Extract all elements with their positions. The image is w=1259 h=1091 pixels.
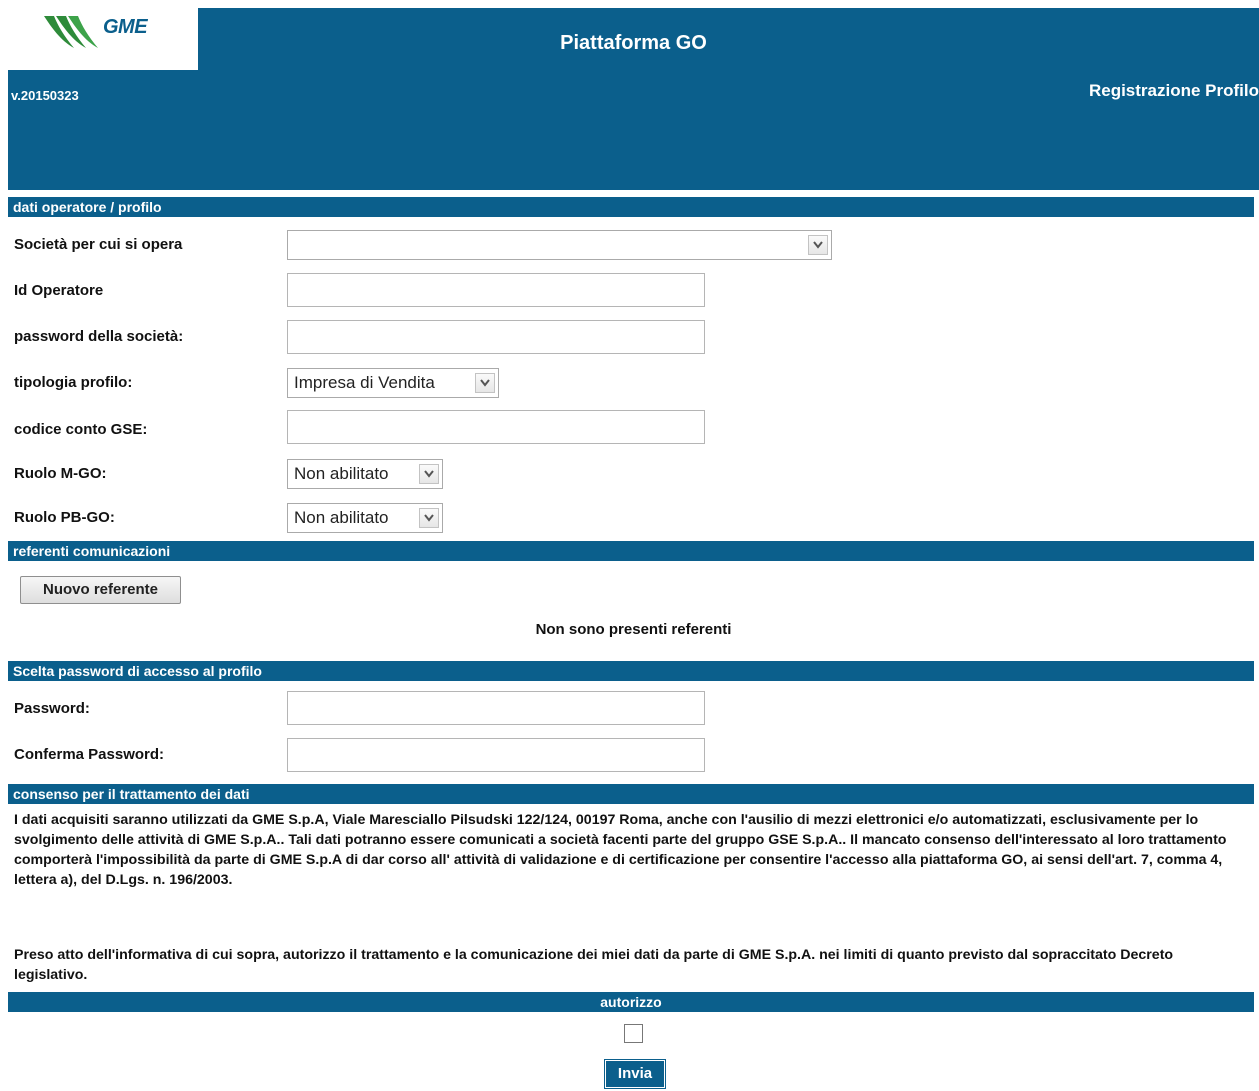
confirm-password-input[interactable] [287, 738, 705, 772]
societa-select[interactable] [287, 230, 832, 260]
app-title: Piattaforma GO [560, 32, 707, 54]
chevron-down-icon[interactable] [808, 235, 828, 255]
password-societa-label: password della società: [14, 328, 184, 345]
nuovo-referente-button[interactable]: Nuovo referente [20, 576, 181, 604]
section-header-operatore: dati operatore / profilo [8, 197, 1254, 217]
password-label: Password: [14, 700, 90, 717]
empty-referenti-message: Non sono presenti referenti [535, 621, 732, 638]
societa-label: Società per cui si opera [14, 236, 183, 253]
submit-button[interactable]: Invia [604, 1059, 666, 1089]
section-header-referenti: referenti comunicazioni [8, 541, 1254, 561]
codice-conto-input[interactable] [287, 410, 705, 444]
id-operatore-input[interactable] [287, 273, 705, 307]
page-title: Registrazione Profilo [1088, 81, 1259, 100]
ruolo-mgo-select-value: Non abilitato [294, 464, 389, 483]
ruolo-mgo-label: Ruolo M-GO: [14, 465, 107, 482]
chevron-down-icon[interactable] [419, 508, 439, 528]
chevron-down-icon[interactable] [475, 373, 495, 393]
tipologia-select-value: Impresa di Vendita [294, 373, 435, 392]
ruolo-pbgo-label: Ruolo PB-GO: [14, 509, 115, 526]
ruolo-mgo-select[interactable]: Non abilitato [287, 459, 443, 489]
password-societa-input[interactable] [287, 320, 705, 354]
version-label: v.20150323 [11, 88, 79, 103]
app-header: GME Piattaforma GO v.20150323 Registrazi… [8, 8, 1259, 190]
tipologia-label: tipologia profilo: [14, 374, 133, 391]
section-header-autorizzo: autorizzo [8, 992, 1254, 1012]
consent-statement-text: Preso atto dell'informativa di cui sopra… [14, 947, 1174, 983]
section-header-password: Scelta password di accesso al profilo [8, 661, 1254, 681]
ruolo-pbgo-select-value: Non abilitato [294, 508, 389, 527]
tipologia-select[interactable]: Impresa di Vendita [287, 368, 499, 398]
ruolo-pbgo-select[interactable]: Non abilitato [287, 503, 443, 533]
section-header-consenso: consenso per il trattamento dei dati [8, 784, 1254, 804]
password-input[interactable] [287, 691, 705, 725]
consent-checkbox[interactable] [624, 1024, 643, 1043]
codice-conto-label: codice conto GSE: [14, 421, 148, 438]
chevron-down-icon[interactable] [419, 464, 439, 484]
id-operatore-label: Id Operatore [14, 282, 104, 299]
confirm-password-label: Conferma Password: [14, 746, 165, 763]
privacy-notice-text: I dati acquisiti saranno utilizzati da G… [14, 812, 1227, 888]
